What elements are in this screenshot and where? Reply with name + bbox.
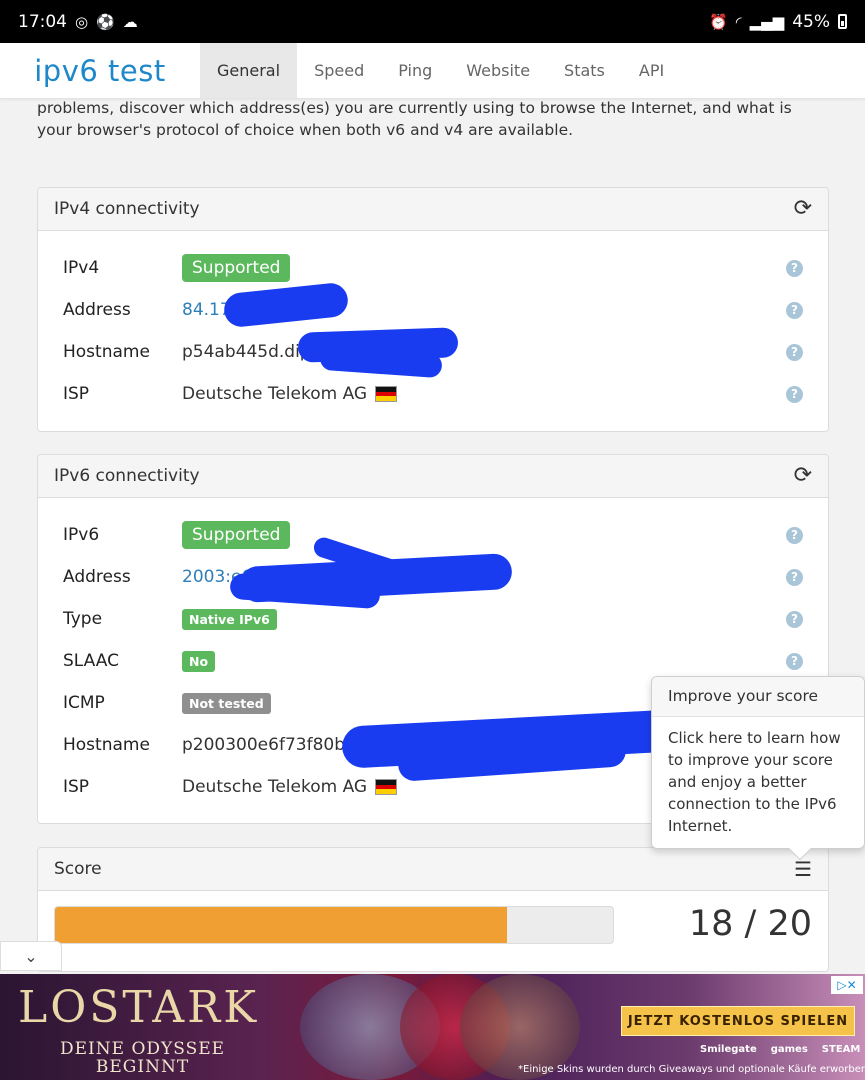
logo-text: ipv6 test: [34, 53, 166, 88]
status-bar: 17:04 ◎ ⚽ ☁ ⏰ ◜ ▂▄▆ 45%: [0, 0, 865, 43]
refresh-icon[interactable]: ⟳: [794, 198, 812, 220]
ipv6-hostname: p200300e6f73f80bde: [182, 735, 367, 755]
isp-name: Deutsche Telekom AG: [182, 384, 368, 404]
clock: 17:04: [18, 11, 67, 32]
panel-title: IPv4 connectivity: [54, 199, 200, 219]
row-label: Type: [63, 609, 103, 629]
help-icon[interactable]: ?: [786, 568, 803, 586]
ipv6-panel-header: IPv6 connectivity ⟳: [38, 455, 828, 498]
slaac-badge: No: [182, 650, 216, 672]
row-label: Address: [63, 300, 131, 320]
site-logo[interactable]: ipv6 test: [0, 43, 200, 98]
help-icon[interactable]: ?: [786, 343, 803, 361]
help-icon[interactable]: ?: [786, 652, 803, 670]
row-label: Hostname: [63, 735, 150, 755]
row-label: SLAAC: [63, 651, 119, 671]
ad-cta-button[interactable]: JETZT KOSTENLOS SPIELEN: [621, 1006, 855, 1036]
ad-brand: LOSTARK: [18, 982, 260, 1033]
row-label: Address: [63, 567, 131, 587]
whatsapp-icon: ◎: [75, 12, 89, 31]
battery-percent: 45%: [792, 11, 830, 32]
row-label: Hostname: [63, 342, 150, 362]
tab-website[interactable]: Website: [449, 43, 547, 98]
score-panel: Score ☰ 18 / 20: [37, 847, 829, 972]
signal-icon: ▂▄▆: [749, 12, 785, 31]
help-icon[interactable]: ?: [786, 526, 803, 544]
german-flag-icon: [375, 779, 398, 795]
popover-title: Improve your score: [652, 677, 864, 717]
ad-fineprint: *Einige Skins wurden durch Giveaways und…: [518, 1064, 865, 1075]
type-badge: Native IPv6: [182, 608, 277, 630]
german-flag-icon: [375, 386, 398, 402]
panel-title: Score: [54, 859, 102, 879]
wifi-icon: ◜: [735, 12, 742, 31]
help-icon[interactable]: ?: [786, 610, 803, 628]
chevron-down-icon: ⌄: [24, 946, 38, 966]
tab-api[interactable]: API: [622, 43, 681, 98]
ipv4-row-address: Address 84.171 ?: [38, 289, 828, 331]
intro-text: problems, discover which address(es) you…: [37, 99, 792, 139]
ipv6-row-type: Type Native IPv6 ?: [38, 598, 828, 640]
isp-name: Deutsche Telekom AG: [182, 777, 368, 797]
ad-banner[interactable]: LOSTARK DEINE ODYSSEE BEGINNT JETZT KOST…: [0, 974, 865, 1080]
ad-choices-icon[interactable]: ▷✕: [831, 976, 863, 994]
row-label: ISP: [63, 777, 90, 797]
ipv4-row-status: IPv4 Supported ?: [38, 247, 828, 289]
battery-icon: [838, 14, 847, 29]
panel-title: IPv6 connectivity: [54, 466, 200, 486]
tab-ping[interactable]: Ping: [381, 43, 449, 98]
ad-logo-smilegate: Smilegate: [700, 1044, 757, 1055]
popover-body[interactable]: Click here to learn how to improve your …: [652, 717, 864, 847]
ipv4-panel: IPv4 connectivity ⟳ IPv4 Supported ? Add…: [37, 187, 829, 432]
collapse-ad-button[interactable]: ⌄: [0, 941, 62, 971]
row-label: ICMP: [63, 693, 105, 713]
cloud-icon: ☁: [122, 12, 138, 31]
ipv4-panel-header: IPv4 connectivity ⟳: [38, 188, 828, 231]
row-label: ISP: [63, 384, 90, 404]
score-progress-fill: [55, 907, 507, 943]
football-icon: ⚽: [96, 12, 115, 31]
status-badge: Supported: [182, 254, 291, 282]
status-badge: Supported: [182, 521, 291, 549]
refresh-icon[interactable]: ⟳: [794, 465, 812, 487]
improve-score-popover[interactable]: Improve your score Click here to learn h…: [651, 676, 865, 861]
tab-general[interactable]: General: [200, 43, 298, 98]
ipv4-row-isp: ISP Deutsche Telekom AG ?: [38, 373, 828, 415]
row-label: IPv6: [63, 525, 100, 545]
ad-logo-games: games: [770, 1044, 808, 1055]
ad-logos: Smilegate games STEAM: [700, 1044, 860, 1055]
tab-speed[interactable]: Speed: [297, 43, 381, 98]
icmp-badge: Not tested: [182, 692, 271, 714]
ipv6-row-status: IPv6 Supported ?: [38, 514, 828, 556]
ad-logo-steam: STEAM: [821, 1044, 861, 1055]
score-panel-header: Score ☰: [38, 848, 828, 891]
score-progress-bar: [54, 906, 614, 944]
row-label: IPv4: [63, 258, 100, 278]
help-icon[interactable]: ?: [786, 301, 803, 319]
score-value: 18 / 20: [688, 904, 812, 944]
alarm-icon: ⏰: [709, 12, 728, 31]
help-icon[interactable]: ?: [786, 259, 803, 277]
top-nav: ipv6 test General Speed Ping Website Sta…: [0, 43, 865, 99]
tab-stats[interactable]: Stats: [547, 43, 622, 98]
help-icon[interactable]: ?: [786, 385, 803, 403]
list-icon[interactable]: ☰: [794, 857, 812, 881]
ad-subtitle: DEINE ODYSSEE BEGINNT: [60, 1039, 226, 1077]
